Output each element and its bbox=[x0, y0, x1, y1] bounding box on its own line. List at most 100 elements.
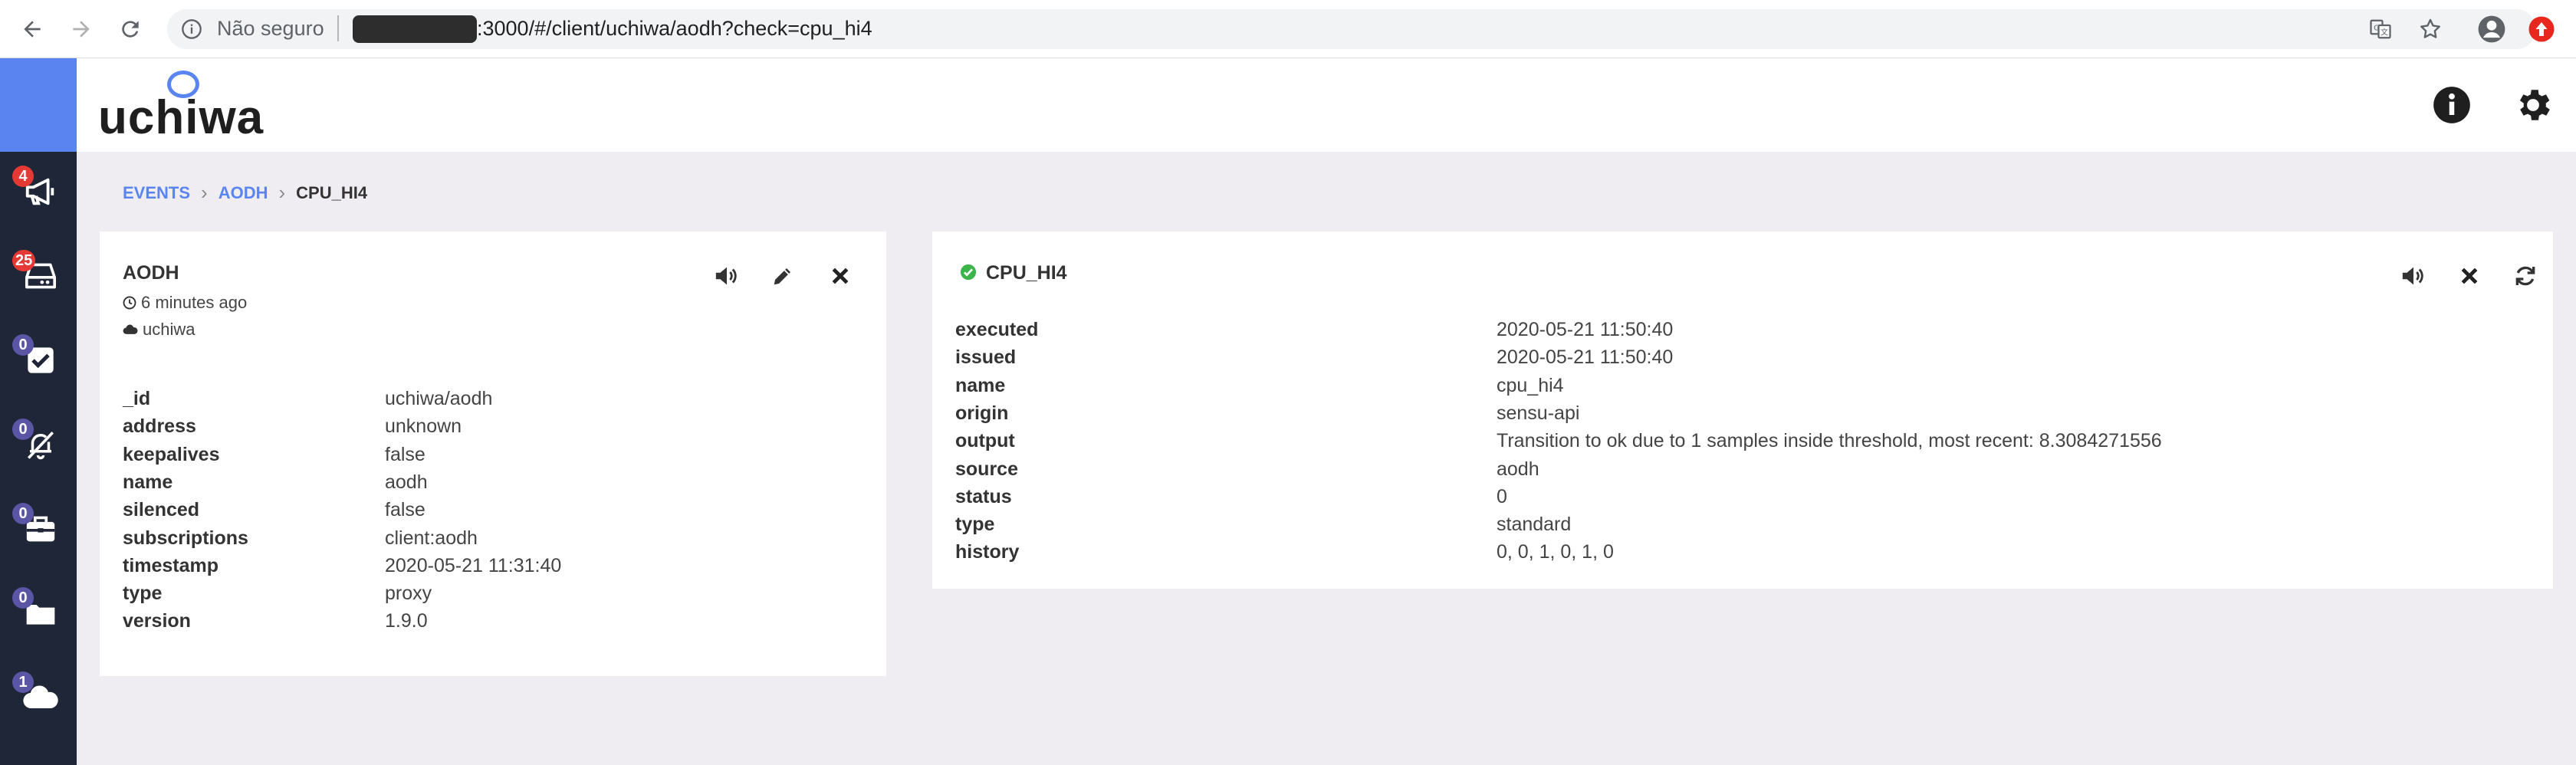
settings-gear-icon[interactable] bbox=[2510, 82, 2556, 128]
forward-button[interactable] bbox=[66, 14, 97, 44]
sidebar-brand-block bbox=[0, 58, 77, 152]
not-secure-label: Não seguro bbox=[217, 17, 324, 40]
sidebar: 4 25 0 0 0 0 1 bbox=[0, 58, 77, 765]
redacted-host bbox=[353, 15, 477, 43]
translate-icon[interactable]: 文G bbox=[2365, 14, 2396, 44]
attribute-key: type bbox=[123, 583, 163, 605]
attribute-key: timestamp bbox=[123, 554, 219, 576]
client-title: AODH bbox=[123, 262, 179, 284]
refresh-icon bbox=[2515, 266, 2535, 286]
attribute-value: cpu_hi4 bbox=[1497, 374, 1564, 396]
silence-client-button[interactable] bbox=[710, 259, 744, 293]
attribute-key: version bbox=[123, 610, 191, 632]
app-header bbox=[77, 58, 2576, 152]
reload-button[interactable] bbox=[115, 14, 146, 44]
breadcrumb: EVENTS › AODH › CPU_HI4 bbox=[123, 181, 367, 205]
check-title: CPU_HI4 bbox=[986, 262, 1067, 284]
attribute-value: unknown bbox=[385, 415, 462, 438]
browser-toolbar: Não seguro :3000/#/client/uchiwa/aodh?ch… bbox=[0, 0, 2576, 58]
sidebar-item-silenced[interactable]: 0 bbox=[0, 405, 77, 481]
attribute-key: _id bbox=[123, 388, 151, 409]
client-datacenter: uchiwa bbox=[123, 320, 195, 340]
breadcrumb-separator: › bbox=[278, 181, 286, 204]
breadcrumb-separator: › bbox=[201, 181, 208, 204]
url-separator bbox=[337, 15, 339, 41]
app-logo[interactable]: uchiwa bbox=[98, 90, 264, 145]
sidebar-item-aggregates[interactable]: 0 bbox=[0, 573, 77, 650]
sidebar-item-checks[interactable]: 0 bbox=[0, 320, 77, 397]
attribute-value: aodh bbox=[1497, 458, 1539, 480]
cloud-icon bbox=[123, 324, 138, 334]
breadcrumb-current-check: CPU_HI4 bbox=[296, 182, 368, 202]
attribute-value: uchiwa/aodh bbox=[385, 388, 493, 409]
status-ok-icon bbox=[960, 264, 977, 284]
close-icon bbox=[2461, 268, 2478, 284]
attribute-key: subscriptions bbox=[123, 527, 248, 549]
attribute-key: output bbox=[955, 430, 1015, 452]
breadcrumb-events-link[interactable]: EVENTS bbox=[123, 183, 190, 203]
attribute-key: silenced bbox=[123, 499, 200, 521]
attribute-value: standard bbox=[1497, 514, 1572, 536]
attribute-value: 2020-05-21 11:50:40 bbox=[1497, 319, 1674, 340]
attribute-key: executed bbox=[955, 319, 1039, 340]
url-text[interactable]: :3000/#/client/uchiwa/aodh?check=cpu_hi4 bbox=[477, 17, 872, 41]
close-icon bbox=[832, 268, 849, 284]
clients-count-badge: 25 bbox=[12, 250, 36, 271]
delete-client-button[interactable] bbox=[823, 259, 857, 293]
checks-count-badge: 0 bbox=[12, 334, 34, 356]
sidebar-item-datacenters[interactable]: 1 bbox=[0, 658, 77, 734]
attribute-value: proxy bbox=[385, 583, 432, 605]
attribute-value: 0 bbox=[1497, 485, 1507, 507]
forward-arrow-icon bbox=[73, 21, 90, 38]
breadcrumb-client-link[interactable]: AODH bbox=[219, 183, 268, 203]
attribute-value: 2020-05-21 11:31:40 bbox=[385, 554, 562, 576]
aggregates-count-badge: 0 bbox=[12, 587, 34, 609]
back-button[interactable] bbox=[17, 14, 48, 44]
resolve-check-button[interactable] bbox=[2453, 259, 2486, 293]
tab-strip-edge bbox=[0, 0, 2062, 2]
attribute-value: Transition to ok due to 1 samples inside… bbox=[1497, 430, 2162, 452]
events-count-badge: 4 bbox=[12, 166, 34, 187]
extension-icon[interactable] bbox=[2526, 14, 2557, 44]
edit-client-button[interactable] bbox=[766, 259, 800, 293]
info-circle-icon[interactable] bbox=[2429, 82, 2475, 128]
attribute-value: 0, 0, 1, 0, 1, 0 bbox=[1497, 541, 1614, 563]
speaker-icon bbox=[715, 267, 737, 285]
client-last-seen: 6 minutes ago bbox=[123, 293, 247, 313]
attribute-key: source bbox=[955, 458, 1018, 480]
speaker-icon bbox=[2402, 267, 2423, 285]
bookmark-star-icon[interactable] bbox=[2415, 14, 2446, 44]
attribute-key: type bbox=[955, 514, 995, 536]
attribute-key: issued bbox=[955, 346, 1017, 369]
attribute-value: 1.9.0 bbox=[385, 610, 428, 632]
reload-icon bbox=[122, 21, 139, 38]
attribute-key: address bbox=[123, 415, 196, 438]
client-time-ago: 6 minutes ago bbox=[141, 293, 248, 312]
svg-text:文: 文 bbox=[2380, 28, 2388, 38]
attribute-key: name bbox=[955, 374, 1006, 396]
datacenters-count-badge: 1 bbox=[12, 671, 34, 693]
request-check-button[interactable] bbox=[2509, 259, 2542, 293]
profile-avatar-icon[interactable] bbox=[2476, 14, 2507, 44]
client-datacenter-name[interactable]: uchiwa bbox=[143, 320, 195, 340]
back-arrow-icon bbox=[24, 21, 41, 38]
attribute-value: false bbox=[385, 443, 426, 465]
svg-text:G: G bbox=[2374, 24, 2380, 32]
attribute-value: false bbox=[385, 499, 426, 521]
silence-check-button[interactable] bbox=[2397, 259, 2430, 293]
attribute-key: status bbox=[955, 485, 1012, 507]
attribute-value: 2020-05-21 11:50:40 bbox=[1497, 346, 1674, 369]
attribute-key: keepalives bbox=[123, 443, 220, 465]
sidebar-item-events[interactable]: 4 bbox=[0, 152, 77, 228]
pencil-icon bbox=[774, 268, 790, 285]
sidebar-item-stashes[interactable]: 0 bbox=[0, 489, 77, 566]
sidebar-item-clients[interactable]: 25 bbox=[0, 236, 77, 313]
client-card: AODH 6 minutes ago uchiwa _id uchiwa/aodh… bbox=[100, 231, 886, 676]
attribute-key: name bbox=[123, 471, 173, 493]
attribute-key: origin bbox=[955, 402, 1009, 424]
attribute-key: history bbox=[955, 541, 1020, 563]
attribute-value: sensu-api bbox=[1497, 402, 1580, 424]
attribute-value: aodh bbox=[385, 471, 428, 493]
info-icon[interactable] bbox=[181, 18, 202, 44]
attribute-value: client:aodh bbox=[385, 527, 478, 549]
